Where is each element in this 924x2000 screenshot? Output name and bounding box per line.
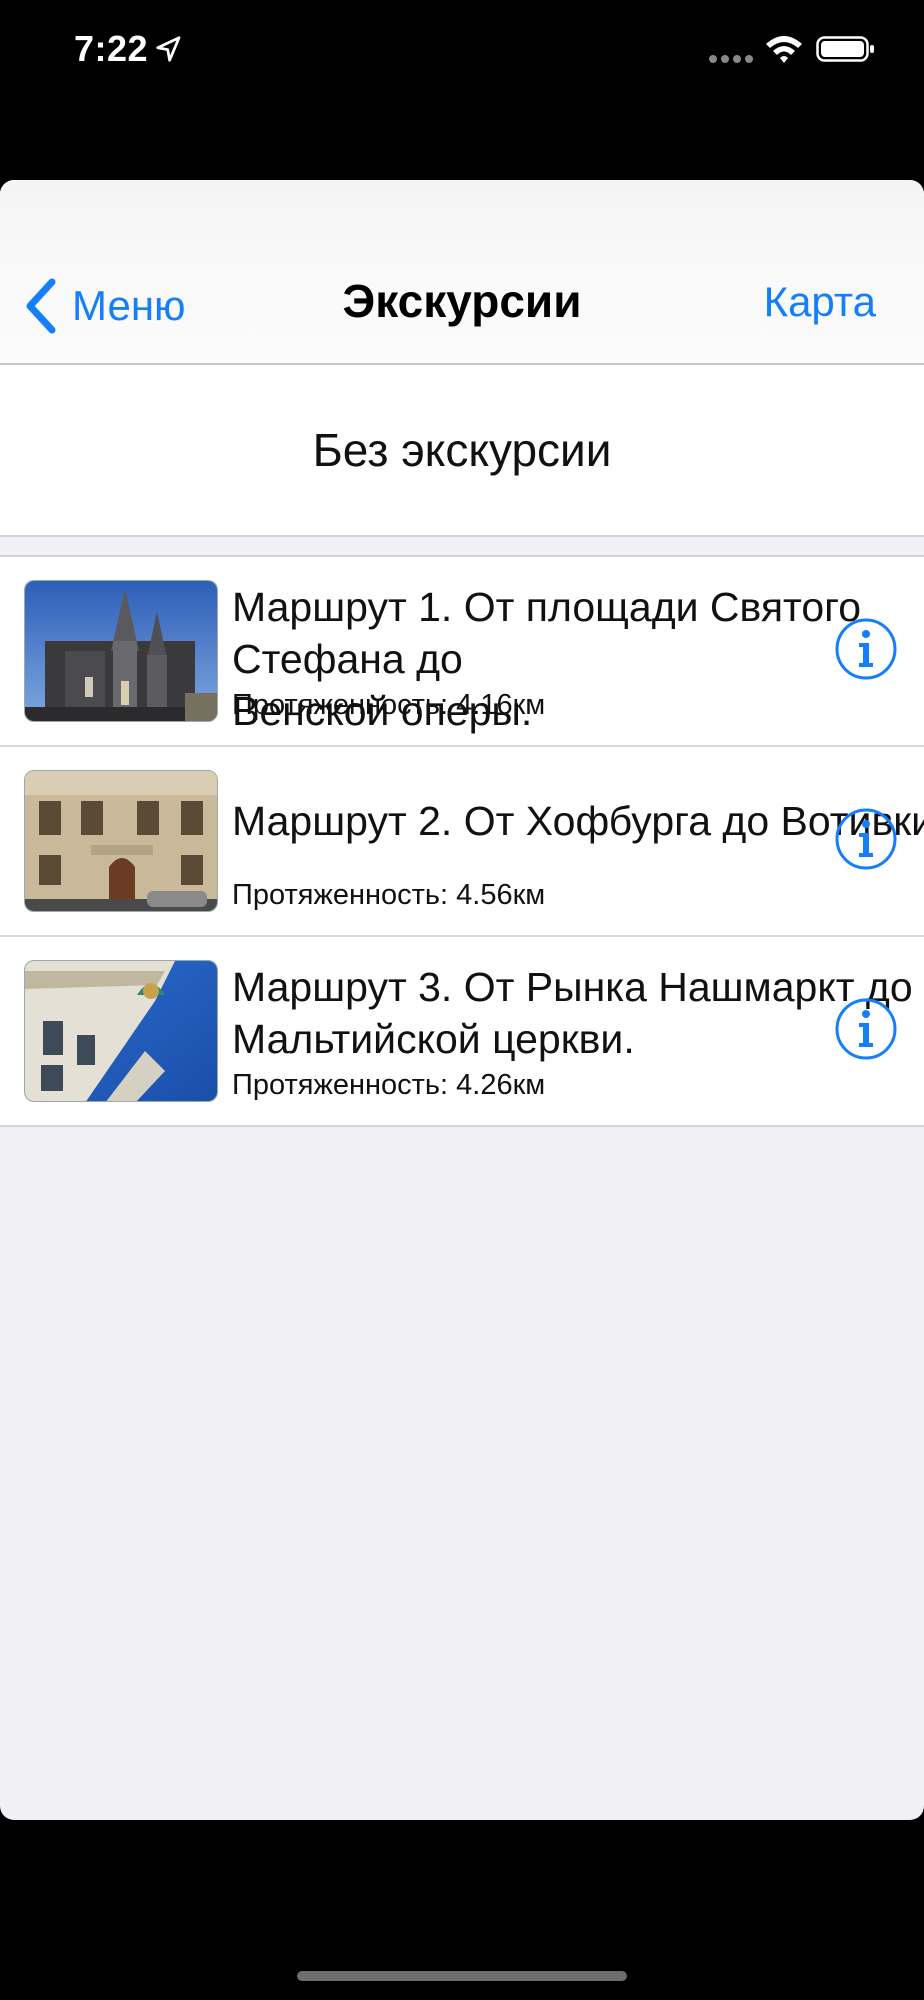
route-thumbnail-naschmarkt: [24, 960, 218, 1102]
status-bar: 7:22: [0, 0, 924, 100]
route-list: Маршрут 1. От площади Святого Стефана до…: [0, 555, 924, 1127]
route-row-3[interactable]: Маршрут 3. От Рынка Нашмаркт до Мальтийс…: [0, 937, 924, 1127]
route-length: Протяженность: 4.16км: [232, 689, 546, 721]
navigation-bar: Меню Экскурсии Карта: [0, 180, 924, 365]
route-thumbnail-hofburg: [24, 770, 218, 912]
location-arrow-icon: [156, 36, 181, 62]
home-indicator[interactable]: [297, 1971, 627, 1981]
info-icon[interactable]: [834, 617, 898, 681]
no-excursion-label: Без экскурсии: [312, 424, 612, 476]
route-row-1[interactable]: Маршрут 1. От площади Святого Стефана до…: [0, 557, 924, 747]
route-title: Маршрут 3. От Рынка Нашмаркт до Мальтийс…: [232, 964, 913, 1062]
battery-icon: [816, 36, 874, 62]
map-button[interactable]: Карта: [764, 278, 876, 326]
cellular-signal-icon: [709, 55, 753, 63]
route-thumbnail-cathedral: [24, 580, 218, 722]
info-icon[interactable]: [834, 997, 898, 1061]
screen: 7:22 Меню Экскурсии Карта Без экскурсии …: [0, 0, 924, 2000]
route-title: Маршрут 2. От Хофбурга до Вотивкирхе: [232, 798, 924, 844]
route-row-2[interactable]: Маршрут 2. От Хофбурга до Вотивкирхе Про…: [0, 747, 924, 937]
route-length: Протяженность: 4.56км: [232, 879, 546, 911]
info-icon[interactable]: [834, 807, 898, 871]
no-excursion-row[interactable]: Без экскурсии: [0, 365, 924, 537]
status-time: 7:22: [74, 28, 149, 69]
route-length: Протяженность: 4.26км: [232, 1069, 546, 1101]
wifi-icon: [766, 36, 802, 63]
